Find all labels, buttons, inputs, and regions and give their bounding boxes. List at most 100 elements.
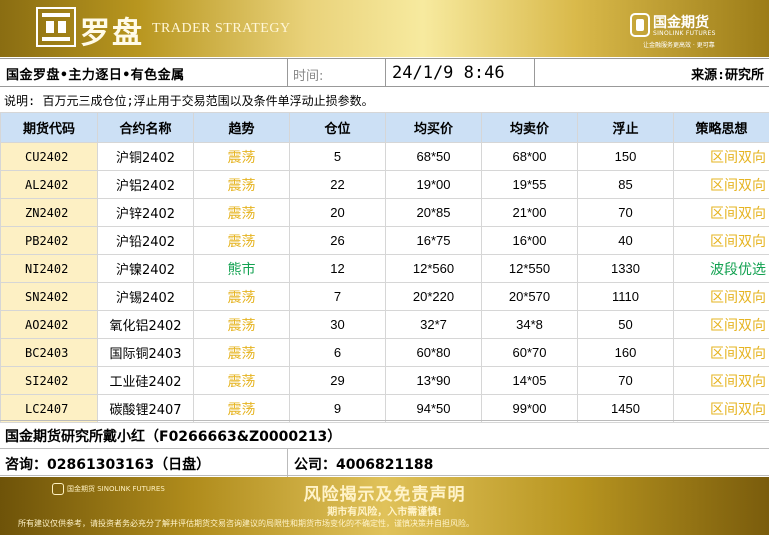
position-cell: 6 (289, 338, 386, 367)
avg-buy-cell: 16*75 (385, 226, 482, 255)
contract-code: CU2402 (0, 142, 98, 171)
avg-sell-cell: 14*05 (481, 366, 578, 395)
avg-sell-cell: 20*570 (481, 282, 578, 311)
contract-name: 沪铅2402 (97, 226, 194, 255)
trend-cell: 震荡 (193, 226, 290, 255)
contract-code: AO2402 (0, 310, 98, 339)
table-row: AO2402 氧化铝2402 震荡 30 32*7 34*8 50 区间双向 (0, 310, 769, 339)
contact-row: 咨询：02861303163（日盘） 公司：4006821188 (0, 448, 769, 477)
avg-sell-cell: 68*00 (481, 142, 578, 171)
disclaimer-title: 风险揭示及免责声明 (303, 485, 466, 505)
float-stop-cell: 70 (577, 198, 674, 227)
col-header-strategy: 策略思想 (673, 112, 769, 143)
avg-sell-cell: 34*8 (481, 310, 578, 339)
position-cell: 22 (289, 170, 386, 199)
float-stop-cell: 160 (577, 338, 674, 367)
sinolink-icon (630, 13, 650, 37)
avg-buy-cell: 20*220 (385, 282, 482, 311)
contract-name: 氧化铝2402 (97, 310, 194, 339)
col-header-name: 合约名称 (97, 112, 194, 143)
table-row: SI2402 工业硅2402 震荡 29 13*90 14*05 70 区间双向 (0, 366, 769, 395)
avg-buy-cell: 68*50 (385, 142, 482, 171)
contract-name: 国际铜2403 (97, 338, 194, 367)
position-cell: 5 (289, 142, 386, 171)
col-header-code: 期货代码 (0, 112, 98, 143)
col-header-buy: 均买价 (385, 112, 482, 143)
table-row: PB2402 沪铅2402 震荡 26 16*75 16*00 40 区间双向 (0, 226, 769, 255)
trend-cell: 震荡 (193, 394, 290, 423)
col-header-sell: 均卖价 (481, 112, 578, 143)
avg-buy-cell: 32*7 (385, 310, 482, 339)
trend-cell: 震荡 (193, 142, 290, 171)
divider (287, 59, 288, 87)
strategy-cell: 区间双向 (673, 338, 769, 367)
strategy-cell: 区间双向 (673, 142, 769, 171)
strategy-cell: 波段优选 (673, 254, 769, 283)
strategy-cell: 区间双向 (673, 282, 769, 311)
contract-code: LC2407 (0, 394, 98, 423)
avg-sell-cell: 60*70 (481, 338, 578, 367)
table-header-row: 期货代码 合约名称 趋势 仓位 均买价 均卖价 浮止 策略思想 (0, 112, 769, 143)
contract-code: SI2402 (0, 366, 98, 395)
brand-logo: 国金期货 SINOLINK FUTURES 让金融服务更高效 · 更可靠 (629, 10, 739, 50)
strategy-cell: 区间双向 (673, 198, 769, 227)
contract-code: AL2402 (0, 170, 98, 199)
table-row: NI2402 沪镍2402 熊市 12 12*560 12*550 1330 波段优选 (0, 254, 769, 283)
logo-text: 罗盘 (80, 16, 144, 51)
trend-cell: 震荡 (193, 198, 290, 227)
contract-name: 沪锡2402 (97, 282, 194, 311)
avg-buy-cell: 94*50 (385, 394, 482, 423)
float-stop-cell: 50 (577, 310, 674, 339)
table-row: CU2402 沪铜2402 震荡 5 68*50 68*00 150 区间双向 (0, 142, 769, 171)
contract-name: 工业硅2402 (97, 366, 194, 395)
position-cell: 7 (289, 282, 386, 311)
contract-name: 沪锌2402 (97, 198, 194, 227)
avg-sell-cell: 99*00 (481, 394, 578, 423)
table-row: ZN2402 沪锌2402 震荡 20 20*85 21*00 70 区间双向 (0, 198, 769, 227)
strategy-table: 期货代码 合约名称 趋势 仓位 均买价 均卖价 浮止 策略思想 CU2402 沪铜… (0, 112, 769, 423)
float-stop-cell: 40 (577, 226, 674, 255)
table-row: AL2402 沪铝2402 震荡 22 19*00 19*55 85 区间双向 (0, 170, 769, 199)
logo-subtitle: TRADER STRATEGY (152, 21, 291, 36)
avg-buy-cell: 19*00 (385, 170, 482, 199)
float-stop-cell: 1450 (577, 394, 674, 423)
contract-code: SN2402 (0, 282, 98, 311)
float-stop-cell: 1330 (577, 254, 674, 283)
table-row: BC2403 国际铜2403 震荡 6 60*80 60*70 160 区间双向 (0, 338, 769, 367)
brand-name: 国金期货 (653, 15, 709, 31)
contract-code: PB2402 (0, 226, 98, 255)
table-row: LC2407 碳酸锂2407 震荡 9 94*50 99*00 1450 区间双向 (0, 394, 769, 423)
contract-name: 沪镍2402 (97, 254, 194, 283)
contract-code: NI2402 (0, 254, 98, 283)
info-row: 国金罗盘•主力逐日•有色金属 时间: 24/1/9 8:46 来源:研究所 (0, 58, 769, 87)
avg-buy-cell: 13*90 (385, 366, 482, 395)
position-cell: 9 (289, 394, 386, 423)
strategy-cell: 区间双向 (673, 394, 769, 423)
divider (385, 59, 386, 87)
company-phone: 公司：4006821188 (294, 457, 434, 473)
avg-sell-cell: 19*55 (481, 170, 578, 199)
avg-sell-cell: 12*550 (481, 254, 578, 283)
float-stop-cell: 70 (577, 366, 674, 395)
author-text: 国金期货研究所戴小红（F0266663&Z0000213） (5, 429, 342, 445)
note-text: 说明: 百万元三成仓位;浮止用于交易范围以及条件单浮动止损参数。 (4, 94, 374, 108)
time-value: 24/1/9 8:46 (392, 63, 505, 83)
contract-name: 沪铜2402 (97, 142, 194, 171)
trend-cell: 熊市 (193, 254, 290, 283)
trend-cell: 震荡 (193, 310, 290, 339)
contract-code: BC2403 (0, 338, 98, 367)
float-stop-cell: 1110 (577, 282, 674, 311)
position-cell: 20 (289, 198, 386, 227)
strategy-cell: 区间双向 (673, 366, 769, 395)
report-title: 国金罗盘•主力逐日•有色金属 (6, 68, 185, 83)
time-label: 时间: (293, 69, 324, 84)
position-cell: 12 (289, 254, 386, 283)
avg-sell-cell: 16*00 (481, 226, 578, 255)
avg-buy-cell: 12*560 (385, 254, 482, 283)
col-header-stop: 浮止 (577, 112, 674, 143)
brand-name-en: SINOLINK FUTURES (653, 30, 716, 37)
disclaimer-subtitle: 期市有风险，入市需谨慎! (327, 507, 442, 518)
divider (287, 449, 288, 477)
consult-phone: 咨询：02861303163（日盘） (5, 457, 211, 473)
avg-buy-cell: 20*85 (385, 198, 482, 227)
